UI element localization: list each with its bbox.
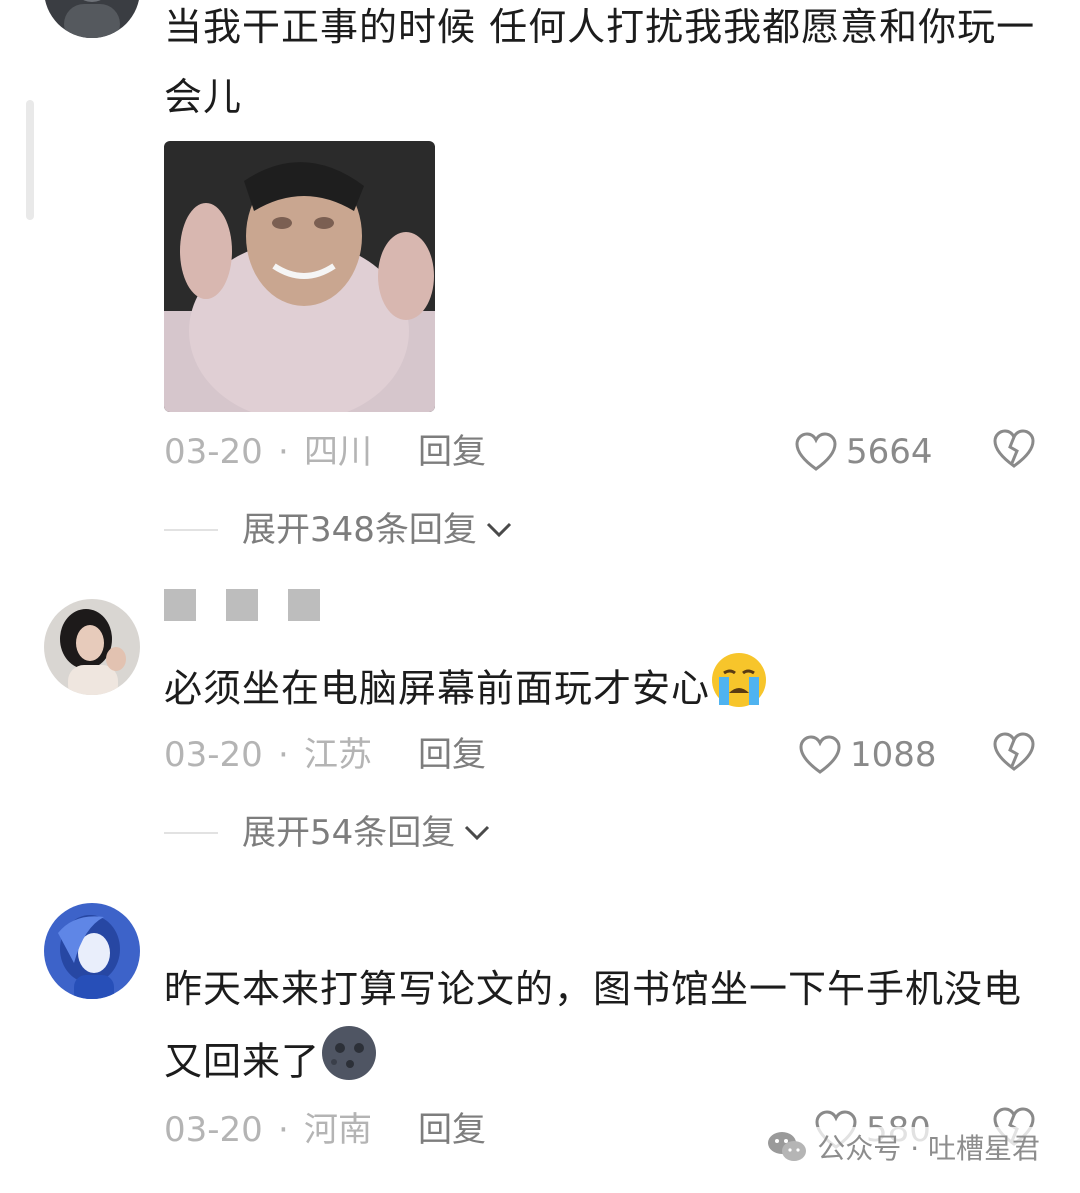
expand-replies-label: 展开348条回复: [242, 510, 477, 550]
broken-heart-icon: [993, 732, 1035, 771]
divider: [164, 832, 218, 834]
watermark: 公众号 · 吐槽星君: [763, 1127, 1044, 1167]
new-moon-face-emoji: [320, 1024, 378, 1104]
divider: [164, 529, 218, 531]
like-button[interactable]: 1088: [798, 730, 937, 780]
expand-replies-button[interactable]: 展开54条回复: [164, 808, 491, 858]
avatar[interactable]: [44, 903, 140, 999]
heart-icon: [799, 735, 841, 774]
separator: ·: [278, 1110, 289, 1150]
crying-face-emoji: [710, 651, 768, 731]
scroll-indicator[interactable]: [26, 100, 34, 220]
comment-location: 河南: [304, 1110, 372, 1150]
dislike-button[interactable]: [992, 429, 1036, 483]
like-button[interactable]: 5664: [794, 427, 933, 477]
separator: ·: [278, 432, 289, 472]
comment-text: 当我干正事的时候 任何人打扰我我都愿意和你玩一会儿: [164, 5, 1036, 119]
reply-button[interactable]: 回复: [418, 730, 486, 780]
comment-location: 江苏: [304, 735, 372, 775]
broken-heart-icon: [993, 429, 1035, 468]
avatar[interactable]: [44, 599, 140, 695]
like-count: 5664: [846, 432, 933, 472]
watermark-text: 公众号 · 吐槽星君: [817, 1132, 1040, 1165]
comment-text: 昨天本来打算写论文的，图书馆坐一下午手机没电又回来了: [164, 954, 1044, 1104]
wechat-icon: [768, 1132, 807, 1161]
comment-meta: 03-20 · 四川 回复 5664: [164, 427, 1044, 477]
expand-replies-button[interactable]: 展开348条回复: [164, 505, 513, 555]
avatar[interactable]: [44, 0, 140, 38]
dislike-button[interactable]: [992, 732, 1036, 786]
chevron-down-icon: [465, 825, 490, 841]
comment-date: 03-20: [164, 432, 263, 472]
comment-date: 03-20: [164, 735, 263, 775]
expand-replies-label: 展开54条回复: [242, 813, 456, 853]
comment-date: 03-20: [164, 1110, 263, 1150]
separator: ·: [278, 735, 289, 775]
username-redacted: [164, 589, 350, 621]
reply-button[interactable]: 回复: [418, 1105, 486, 1155]
comment-text: 必须坐在电脑屏幕前面玩才安心: [164, 651, 1044, 731]
chevron-down-icon: [486, 522, 511, 538]
reply-button[interactable]: 回复: [418, 427, 486, 477]
comment-image[interactable]: [164, 141, 435, 412]
comment-location: 四川: [304, 432, 372, 472]
heart-icon: [795, 432, 837, 471]
comment-meta: 03-20 · 江苏 回复 1088: [164, 730, 1044, 780]
comment-text-content: 必须坐在电脑屏幕前面玩才安心: [164, 666, 711, 711]
like-count: 1088: [850, 735, 937, 775]
comment-text-content: 昨天本来打算写论文的，图书馆坐一下午手机没电又回来了: [164, 967, 1023, 1084]
